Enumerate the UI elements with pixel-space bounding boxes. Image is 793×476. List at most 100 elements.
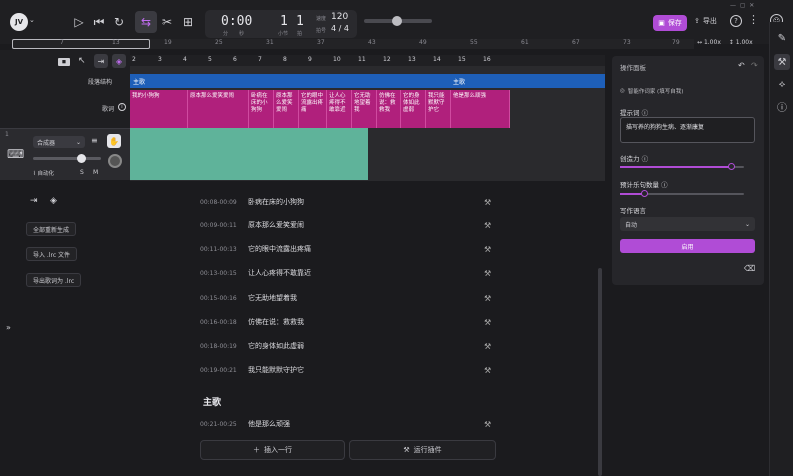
lyric-text[interactable]: 卧病在床的小狗狗 bbox=[248, 197, 304, 207]
tempo-value[interactable]: 120 bbox=[331, 12, 348, 22]
lyric-text[interactable]: 仿佛在说：救救我 bbox=[248, 317, 304, 327]
magic-wand-icon[interactable]: ⚒ bbox=[484, 342, 491, 351]
section-block-chorus[interactable]: 主歌 bbox=[453, 77, 465, 86]
info-icon[interactable]: ⓘ bbox=[642, 155, 649, 163]
chevron-down-icon[interactable]: ⌄ bbox=[29, 16, 35, 24]
vertical-zoom[interactable]: 1.00x bbox=[736, 39, 753, 46]
structure-track[interactable]: 主歌 主歌 bbox=[130, 74, 605, 88]
info-icon[interactable]: ⓘ bbox=[661, 181, 668, 189]
play-icon[interactable]: ▷ bbox=[68, 11, 90, 33]
bar-ruler[interactable]: 2 3 4 5 6 7 8 9 10 11 12 13 14 15 16 bbox=[130, 55, 605, 66]
lyric-block[interactable]: 它无助地望着我 bbox=[352, 90, 377, 128]
lyric-row[interactable]: 00:21-00:25 他是那么顽强 ⚒ bbox=[200, 417, 500, 431]
info-icon[interactable]: ⓘ bbox=[642, 109, 649, 117]
creativity-slider[interactable] bbox=[620, 163, 744, 170]
lyric-text[interactable]: 它的眼中流露出疼痛 bbox=[248, 244, 311, 254]
visible-range-selector[interactable] bbox=[12, 39, 150, 49]
magic-wand-icon[interactable]: ⚒ bbox=[484, 366, 491, 375]
info-icon[interactable]: i bbox=[118, 103, 126, 111]
lyric-row[interactable]: 00:18-00:19 它的身体如此虚弱 ⚒ bbox=[200, 339, 500, 353]
cursor-icon[interactable]: ↖ bbox=[78, 56, 86, 66]
lyrics-track[interactable]: 我的小狗狗 原本那么爱笑爱闹 卧病在床的小狗狗 原本那么爱笑爱闹 它的眼中流露出… bbox=[130, 90, 510, 128]
lyric-block[interactable]: 卧病在床的小狗狗 bbox=[249, 90, 274, 128]
lyric-block[interactable]: 原本那么爱笑爱闹 bbox=[188, 90, 249, 128]
import-icon[interactable]: ⇥ bbox=[30, 196, 38, 206]
loop-icon[interactable]: ↻ bbox=[108, 11, 130, 33]
insert-row-button[interactable]: ＋ 插入一行 bbox=[200, 440, 345, 460]
lyricist-option[interactable]: ◎ 智能作词家 (填写自我) bbox=[620, 87, 683, 95]
scissors-icon[interactable]: ✂ bbox=[156, 11, 178, 33]
volume-knob[interactable] bbox=[392, 16, 402, 26]
lyric-block[interactable]: 我只能默默守护它 bbox=[426, 90, 451, 128]
automation-toggle[interactable]: ⌇ 自动化 bbox=[33, 169, 54, 177]
lyric-text[interactable]: 它的身体如此虚弱 bbox=[248, 341, 304, 351]
export-button[interactable]: ⇪ 导出 bbox=[694, 16, 717, 26]
save-button[interactable]: ▣ 保存 bbox=[653, 15, 687, 31]
lyric-block[interactable]: 原本那么爱笑爱闹 bbox=[274, 90, 299, 128]
magic-wand-icon[interactable]: ⚒ bbox=[484, 420, 491, 429]
lyric-row[interactable]: 00:08-00:09 卧病在床的小狗狗 ⚒ bbox=[200, 195, 500, 209]
eraser-icon[interactable]: ⌫ bbox=[744, 264, 755, 273]
window-controls[interactable]: — ▢ ✕ bbox=[730, 2, 754, 9]
magic-wand-icon[interactable]: ⚒ bbox=[484, 318, 491, 327]
import-lrc-button[interactable]: 导入 .lrc 文件 bbox=[26, 247, 78, 261]
hand-icon[interactable]: ✋ bbox=[107, 134, 121, 148]
lyric-block[interactable]: 我的小狗狗 bbox=[130, 90, 188, 128]
lyric-block[interactable]: 它的身体如此虚弱 bbox=[401, 90, 426, 128]
lyric-row[interactable]: 00:19-00:21 我只能默默守护它 ⚒ bbox=[200, 363, 500, 377]
help-icon[interactable]: ? bbox=[730, 15, 742, 27]
lyric-text[interactable]: 让人心疼得不敢靠近 bbox=[248, 268, 311, 278]
instrument-select[interactable]: 合成器 ⌄ bbox=[33, 136, 85, 148]
lyric-row[interactable]: 00:15-00:16 它无助地望着我 ⚒ bbox=[200, 291, 500, 305]
redo-icon[interactable]: ↷ bbox=[751, 61, 758, 70]
prompt-input[interactable]: 描写养的狗狗生病、逐渐康复 bbox=[620, 117, 755, 143]
section-block-verse[interactable]: 主歌 bbox=[133, 77, 145, 86]
skip-back-icon[interactable]: ⏮ bbox=[88, 11, 110, 33]
line-count-slider[interactable] bbox=[620, 190, 744, 197]
snap-icon[interactable]: ⊞ bbox=[177, 11, 199, 33]
mute-button[interactable]: M bbox=[93, 169, 98, 176]
language-select[interactable]: 自动 ⌄ bbox=[620, 217, 755, 231]
magic-wand-icon[interactable]: ⚒ bbox=[484, 221, 491, 230]
chevrons-down-icon[interactable]: » bbox=[6, 323, 11, 332]
layers-icon[interactable]: ◈ bbox=[50, 196, 57, 206]
pan-knob[interactable] bbox=[108, 154, 122, 168]
horizontal-zoom[interactable]: 1.00x bbox=[704, 39, 721, 46]
plugin-icon[interactable]: ⟡ bbox=[774, 76, 790, 92]
lyric-row[interactable]: 00:13-00:15 让人心疼得不敢靠近 ⚒ bbox=[200, 266, 500, 280]
settings-icon[interactable]: ⋮ bbox=[748, 13, 759, 26]
instrument-track-header[interactable]: 1 ⌨ 合成器 ⌄ ≡ ✋ ⌇ 自动化 S M bbox=[0, 128, 130, 180]
lyric-text[interactable]: 原本那么爱笑爱闹 bbox=[248, 220, 304, 230]
layers-icon[interactable]: ◈ bbox=[112, 54, 126, 68]
lyric-block[interactable]: 仿佛在说：救救我 bbox=[377, 90, 401, 128]
lyric-text[interactable]: 我只能默默守护它 bbox=[248, 365, 304, 375]
lyric-block[interactable]: 它的眼中流露出疼痛 bbox=[299, 90, 327, 128]
start-button[interactable]: 启用 bbox=[620, 239, 755, 253]
lyric-list-scrollbar[interactable] bbox=[598, 268, 602, 476]
magic-wand-icon[interactable]: ⚒ bbox=[484, 198, 491, 207]
midi-icon[interactable]: ◼ bbox=[58, 58, 70, 66]
undo-icon[interactable]: ↶ bbox=[738, 61, 745, 70]
lyric-block[interactable]: 让人心疼得不敢靠近 bbox=[327, 90, 352, 128]
magic-wand-icon[interactable]: ⚒ bbox=[774, 54, 790, 70]
lyric-row[interactable]: 00:16-00:18 仿佛在说：救救我 ⚒ bbox=[200, 315, 500, 329]
arrangement-overview-ruler[interactable]: 7 13 19 25 31 37 43 49 55 61 67 73 79 bbox=[12, 39, 694, 49]
master-volume-slider[interactable] bbox=[364, 16, 432, 26]
eq-icon[interactable]: ≡ bbox=[91, 136, 98, 145]
info-icon[interactable]: ⓘ bbox=[774, 98, 790, 114]
export-lrc-button[interactable]: 导出歌词为 .lrc bbox=[26, 273, 82, 287]
zoom-controls[interactable]: ↔ 1.00x ↕ 1.00x bbox=[697, 39, 753, 46]
enter-icon[interactable]: ⇥ bbox=[94, 54, 108, 68]
signature-value[interactable]: 4 / 4 bbox=[331, 24, 349, 33]
edit-icon[interactable]: ✎ bbox=[774, 30, 790, 46]
magic-wand-icon[interactable]: ⚒ bbox=[484, 245, 491, 254]
magic-wand-icon[interactable]: ⚒ bbox=[484, 269, 491, 278]
run-plugin-button[interactable]: ⚒ 运行插件 bbox=[349, 440, 496, 460]
solo-button[interactable]: S bbox=[80, 169, 84, 176]
magic-wand-icon[interactable]: ⚒ bbox=[484, 294, 491, 303]
lyric-text[interactable]: 他是那么顽强 bbox=[248, 419, 290, 429]
lyric-block[interactable]: 他是那么顽强 bbox=[451, 90, 510, 128]
lyric-text[interactable]: 它无助地望着我 bbox=[248, 293, 297, 303]
track-volume-slider[interactable] bbox=[33, 154, 101, 163]
audio-clip[interactable] bbox=[130, 128, 368, 180]
